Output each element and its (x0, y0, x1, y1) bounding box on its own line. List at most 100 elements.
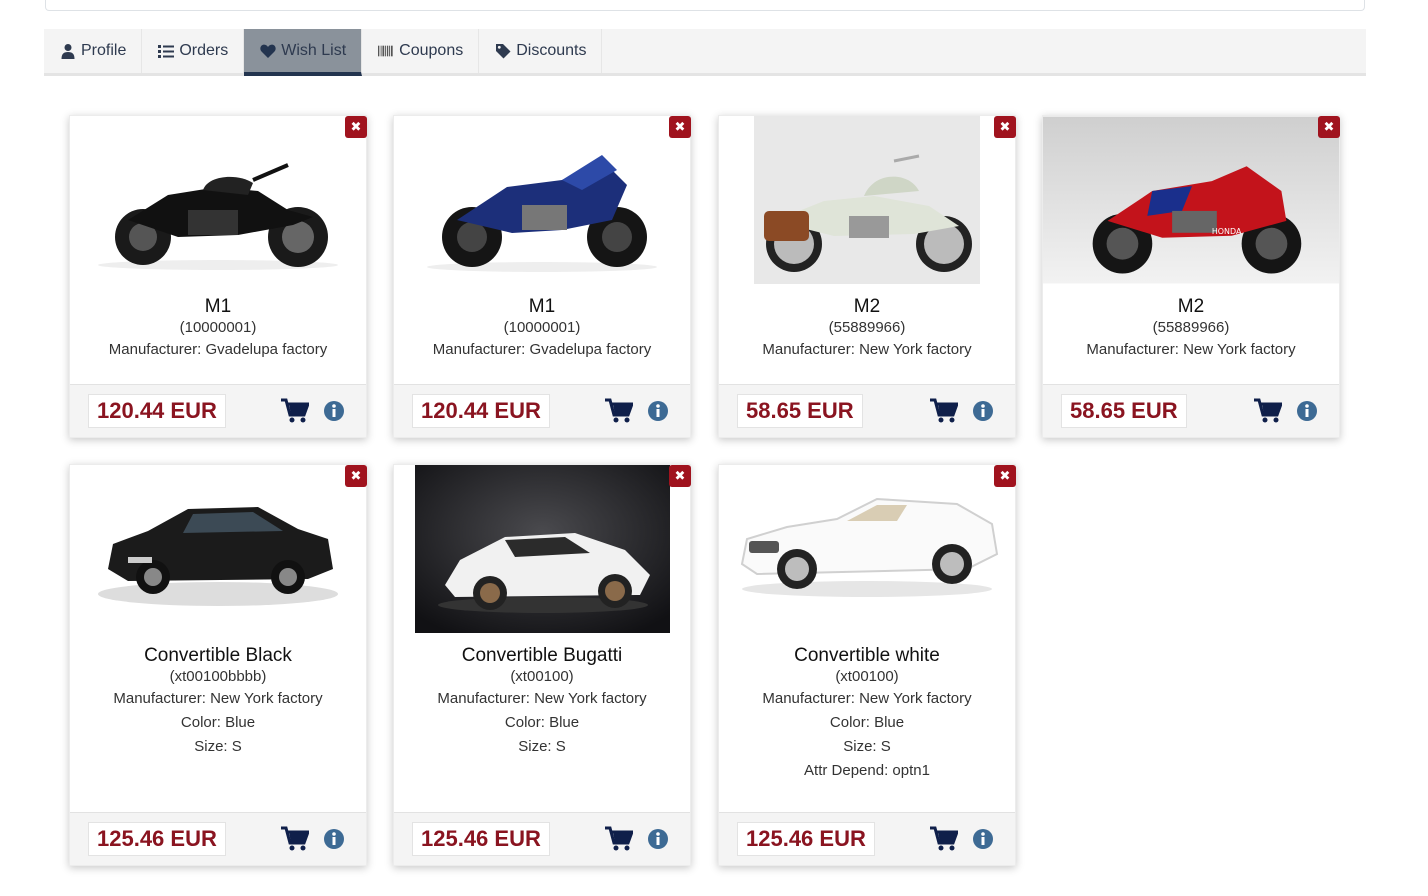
cart-icon[interactable] (605, 826, 633, 852)
card-footer: 58.65 EUR (719, 384, 1015, 437)
wishlist-card: ✖ M1 (10000001) Manufacturer: Gvadelupa … (69, 115, 367, 438)
wishlist-card: HONDA ✖ M2 (55889966) Manufacturer: New … (1042, 115, 1340, 438)
product-sku: (55889966) (828, 319, 906, 336)
tag-icon (494, 43, 512, 59)
product-sku: (10000001) (179, 319, 257, 336)
close-icon: ✖ (350, 468, 362, 483)
tab-label: Orders (179, 42, 229, 59)
tab-discounts[interactable]: Discounts (479, 29, 603, 73)
remove-button[interactable]: ✖ (345, 116, 367, 138)
card-footer: 58.65 EUR (1043, 384, 1339, 437)
top-panel (45, 0, 1365, 11)
remove-button[interactable]: ✖ (345, 465, 367, 487)
tab-wish-list[interactable]: Wish List (244, 29, 363, 76)
heart-icon (259, 43, 277, 59)
product-size: Size: S (518, 738, 566, 755)
remove-button[interactable]: ✖ (1318, 116, 1340, 138)
product-color: Color: Blue (180, 714, 256, 731)
wishlist-card: ✖ Convertible white (xt00100) Manufactur… (718, 464, 1016, 866)
info-icon[interactable] (323, 400, 345, 422)
card-footer: 125.46 EUR (394, 812, 690, 865)
product-image[interactable] (70, 465, 366, 633)
product-size: Size: S (194, 738, 242, 755)
product-sku: (10000001) (503, 319, 581, 336)
remove-button[interactable]: ✖ (669, 465, 691, 487)
info-icon[interactable] (972, 400, 994, 422)
product-image[interactable]: HONDA (1043, 116, 1339, 284)
card-footer: 120.44 EUR (394, 384, 690, 437)
product-price: 58.65 EUR (737, 394, 863, 428)
barcode-icon (377, 43, 395, 59)
close-icon: ✖ (999, 468, 1011, 483)
cart-icon[interactable] (930, 826, 958, 852)
product-manufacturer: Manufacturer: New York factory (113, 690, 323, 707)
info-icon[interactable] (647, 400, 669, 422)
product-price: 125.46 EUR (412, 822, 550, 856)
product-manufacturer: Manufacturer: Gvadelupa factory (432, 341, 652, 358)
cart-icon[interactable] (605, 398, 633, 424)
wishlist-card: ✖ M1 (10000001) Manufacturer: Gvadelupa … (393, 115, 691, 438)
tab-orders[interactable]: Orders (142, 29, 245, 73)
product-attribute: Attr Depend: optn1 (804, 762, 930, 779)
product-sku: (xt00100) (510, 668, 574, 685)
product-image[interactable] (394, 116, 690, 284)
card-footer: 125.46 EUR (70, 812, 366, 865)
product-name[interactable]: M1 (394, 296, 690, 318)
close-icon: ✖ (674, 119, 686, 134)
info-icon[interactable] (1296, 400, 1318, 422)
close-icon: ✖ (674, 468, 686, 483)
cart-icon[interactable] (281, 826, 309, 852)
cart-icon[interactable] (281, 398, 309, 424)
cart-icon[interactable] (1254, 398, 1282, 424)
tab-label: Coupons (399, 42, 464, 59)
product-price: 125.46 EUR (88, 822, 226, 856)
brand-logo: HONDA (1212, 227, 1242, 236)
product-manufacturer: Manufacturer: New York factory (437, 690, 647, 707)
wishlist-card: ✖ Convertible Bugatti (xt00100) Manufact… (393, 464, 691, 866)
tab-coupons[interactable]: Coupons (362, 29, 480, 73)
wishlist-card: ✖ M2 (55889966) Manufacturer: New York f… (718, 115, 1016, 438)
account-tabs: Profile Orders Wish List Coupons Discoun… (44, 29, 1366, 76)
product-image[interactable] (719, 116, 1015, 284)
product-manufacturer: Manufacturer: New York factory (1086, 341, 1296, 358)
close-icon: ✖ (999, 119, 1011, 134)
product-name[interactable]: Convertible Black (70, 645, 366, 667)
product-image[interactable] (394, 465, 690, 633)
product-manufacturer: Manufacturer: New York factory (762, 690, 972, 707)
wishlist-card: ✖ Convertible Black (xt00100bbbb) Manufa… (69, 464, 367, 866)
product-image[interactable] (70, 116, 366, 284)
product-manufacturer: Manufacturer: New York factory (762, 341, 972, 358)
card-footer: 120.44 EUR (70, 384, 366, 437)
remove-button[interactable]: ✖ (994, 116, 1016, 138)
cart-icon[interactable] (930, 398, 958, 424)
tab-label: Discounts (516, 42, 587, 59)
product-price: 58.65 EUR (1061, 394, 1187, 428)
product-name[interactable]: M2 (719, 296, 1015, 318)
remove-button[interactable]: ✖ (669, 116, 691, 138)
remove-button[interactable]: ✖ (994, 465, 1016, 487)
close-icon: ✖ (1323, 119, 1335, 134)
product-name[interactable]: Convertible Bugatti (394, 645, 690, 667)
info-icon[interactable] (972, 828, 994, 850)
product-size: Size: S (843, 738, 891, 755)
product-image[interactable] (719, 465, 1015, 633)
close-icon: ✖ (350, 119, 362, 134)
info-icon[interactable] (323, 828, 345, 850)
product-sku: (xt00100) (835, 668, 899, 685)
product-name[interactable]: M1 (70, 296, 366, 318)
list-icon (157, 43, 175, 59)
product-sku: (xt00100bbbb) (169, 668, 267, 685)
info-icon[interactable] (647, 828, 669, 850)
product-manufacturer: Manufacturer: Gvadelupa factory (108, 341, 328, 358)
user-icon (59, 43, 77, 59)
card-footer: 125.46 EUR (719, 812, 1015, 865)
product-name[interactable]: Convertible white (719, 645, 1015, 667)
product-sku: (55889966) (1152, 319, 1230, 336)
tab-label: Profile (81, 42, 127, 59)
product-color: Color: Blue (504, 714, 580, 731)
tab-label: Wish List (281, 41, 347, 59)
product-color: Color: Blue (829, 714, 905, 731)
product-name[interactable]: M2 (1043, 296, 1339, 318)
product-price: 125.46 EUR (737, 822, 875, 856)
tab-profile[interactable]: Profile (44, 29, 143, 73)
